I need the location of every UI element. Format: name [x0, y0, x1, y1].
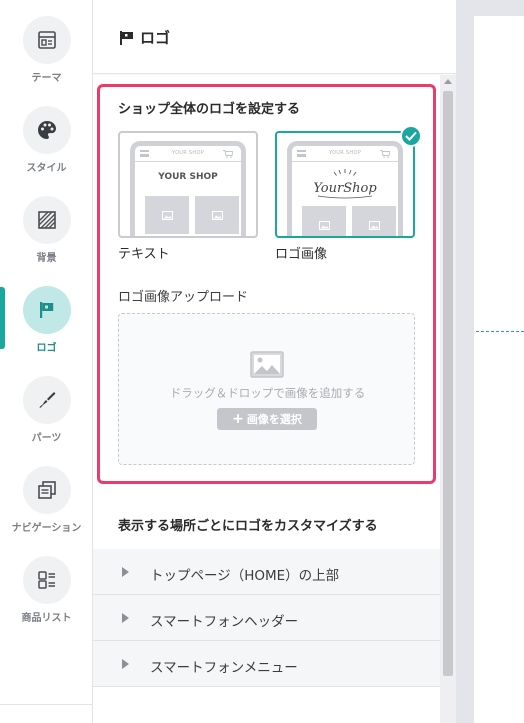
panel-scroll-area: ショップ全体のロゴを設定する YOUR SHOP YOUR SHOP YOUR … — [93, 75, 440, 723]
flag-icon — [120, 31, 133, 45]
flag-icon — [23, 286, 71, 334]
phone-preview-header: YOUR SHOP — [292, 146, 398, 162]
hamburger-menu-icon — [297, 150, 306, 157]
rail-item-label: 背景 — [36, 253, 57, 264]
site-preview-area — [456, 0, 524, 723]
selected-check-icon — [400, 125, 422, 147]
rail-divider — [0, 704, 93, 705]
rail-item-theme[interactable]: テーマ — [0, 0, 93, 86]
select-image-button[interactable]: + 画像を選択 — [217, 408, 317, 430]
logo-image-dropzone[interactable]: ドラッグ＆ドロップで画像を追加する + 画像を選択 — [118, 313, 415, 465]
phone-preview-header: YOUR SHOP — [135, 146, 241, 162]
logo-settings-panel: ロゴ ショップ全体のロゴを設定する YOUR SHOP YOUR SHOP YO… — [93, 0, 456, 723]
chevron-right-icon — [122, 659, 129, 669]
rail-item-product-list[interactable]: 商品リスト — [0, 540, 93, 626]
preview-script-logo-text: YourShop — [313, 181, 377, 196]
preview-text-logo: YOUR SHOP — [158, 172, 218, 182]
image-placeholder-icon — [250, 351, 284, 378]
preview-drop-guide — [476, 331, 524, 332]
preview-image-tile — [195, 196, 239, 234]
preview-page — [474, 16, 524, 723]
preview-image-tile — [302, 206, 346, 236]
left-rail: テーマ スタイル 背景 ロゴ パーツ ナビゲーション 商品リスト — [0, 0, 93, 723]
rail-item-background[interactable]: 背景 — [0, 180, 93, 266]
image-icon — [161, 210, 173, 220]
select-image-button-label: 画像を選択 — [246, 413, 302, 426]
rail-item-label: パーツ — [31, 433, 62, 444]
accordion-row-top-page[interactable]: トップページ（HOME）の上部 — [93, 549, 440, 595]
navigation-icon — [23, 466, 71, 514]
accordion-row-label: スマートフォンヘッダー — [150, 614, 299, 630]
scroll-up-arrow-icon[interactable] — [444, 79, 452, 84]
panel-header: ロゴ — [93, 0, 456, 74]
chevron-right-icon — [122, 567, 129, 577]
accordion-row-smartphone-header[interactable]: スマートフォンヘッダー — [93, 595, 440, 641]
image-icon — [368, 220, 380, 230]
rail-item-navigation[interactable]: ナビゲーション — [0, 450, 93, 536]
preview-image-tile — [352, 206, 396, 236]
preview-image-tile — [145, 196, 189, 234]
theme-layout-icon — [23, 16, 71, 64]
rail-item-label: テーマ — [31, 73, 62, 84]
rail-item-parts[interactable]: パーツ — [0, 360, 93, 446]
preview-shop-name: YOUR SHOP — [171, 150, 205, 156]
hamburger-menu-icon — [140, 150, 149, 157]
preview-shop-name: YOUR SHOP — [328, 150, 362, 156]
cart-icon — [223, 150, 233, 158]
section-title-customize: 表示する場所ごとにロゴをカスタマイズする — [118, 519, 378, 534]
brush-icon — [23, 376, 71, 424]
section-title-shop-logo: ショップ全体のロゴを設定する — [118, 102, 301, 117]
phone-preview: YOUR SHOP YOUR SHOP — [130, 141, 246, 236]
chevron-right-icon — [122, 613, 129, 623]
image-icon — [211, 210, 223, 220]
accordion-row-smartphone-menu[interactable]: スマートフォンメニュー — [93, 641, 440, 687]
product-list-icon — [23, 556, 71, 604]
logo-type-option-text[interactable]: YOUR SHOP YOUR SHOP — [118, 131, 258, 238]
phone-preview: YOUR SHOP YourShop — [287, 141, 403, 236]
palette-icon — [23, 106, 71, 154]
rail-item-label: ロゴ — [36, 343, 57, 354]
rail-item-label: 商品リスト — [21, 613, 72, 624]
page-title: ロゴ — [140, 29, 171, 47]
rail-item-logo[interactable]: ロゴ — [0, 270, 93, 356]
option-label-text: テキスト — [118, 247, 170, 262]
rail-item-label: スタイル — [26, 163, 67, 174]
panel-scrollbar[interactable] — [440, 75, 456, 723]
logo-type-option-image[interactable]: YOUR SHOP YourShop — [275, 131, 415, 238]
rail-item-label: ナビゲーション — [11, 523, 82, 534]
option-label-image: ロゴ画像 — [275, 247, 328, 262]
dropzone-hint: ドラッグ＆ドロップで画像を追加する — [169, 386, 366, 400]
upload-label: ロゴ画像アップロード — [118, 290, 249, 305]
accordion-row-label: トップページ（HOME）の上部 — [150, 568, 340, 584]
background-pattern-icon — [23, 196, 71, 244]
accordion-row-label: スマートフォンメニュー — [150, 660, 298, 676]
plus-icon: + — [232, 411, 244, 427]
cart-icon — [380, 150, 390, 158]
rail-item-style[interactable]: スタイル — [0, 90, 93, 176]
image-icon — [318, 220, 330, 230]
scrollbar-thumb[interactable] — [443, 91, 453, 676]
script-logo-image: YourShop — [313, 169, 377, 199]
